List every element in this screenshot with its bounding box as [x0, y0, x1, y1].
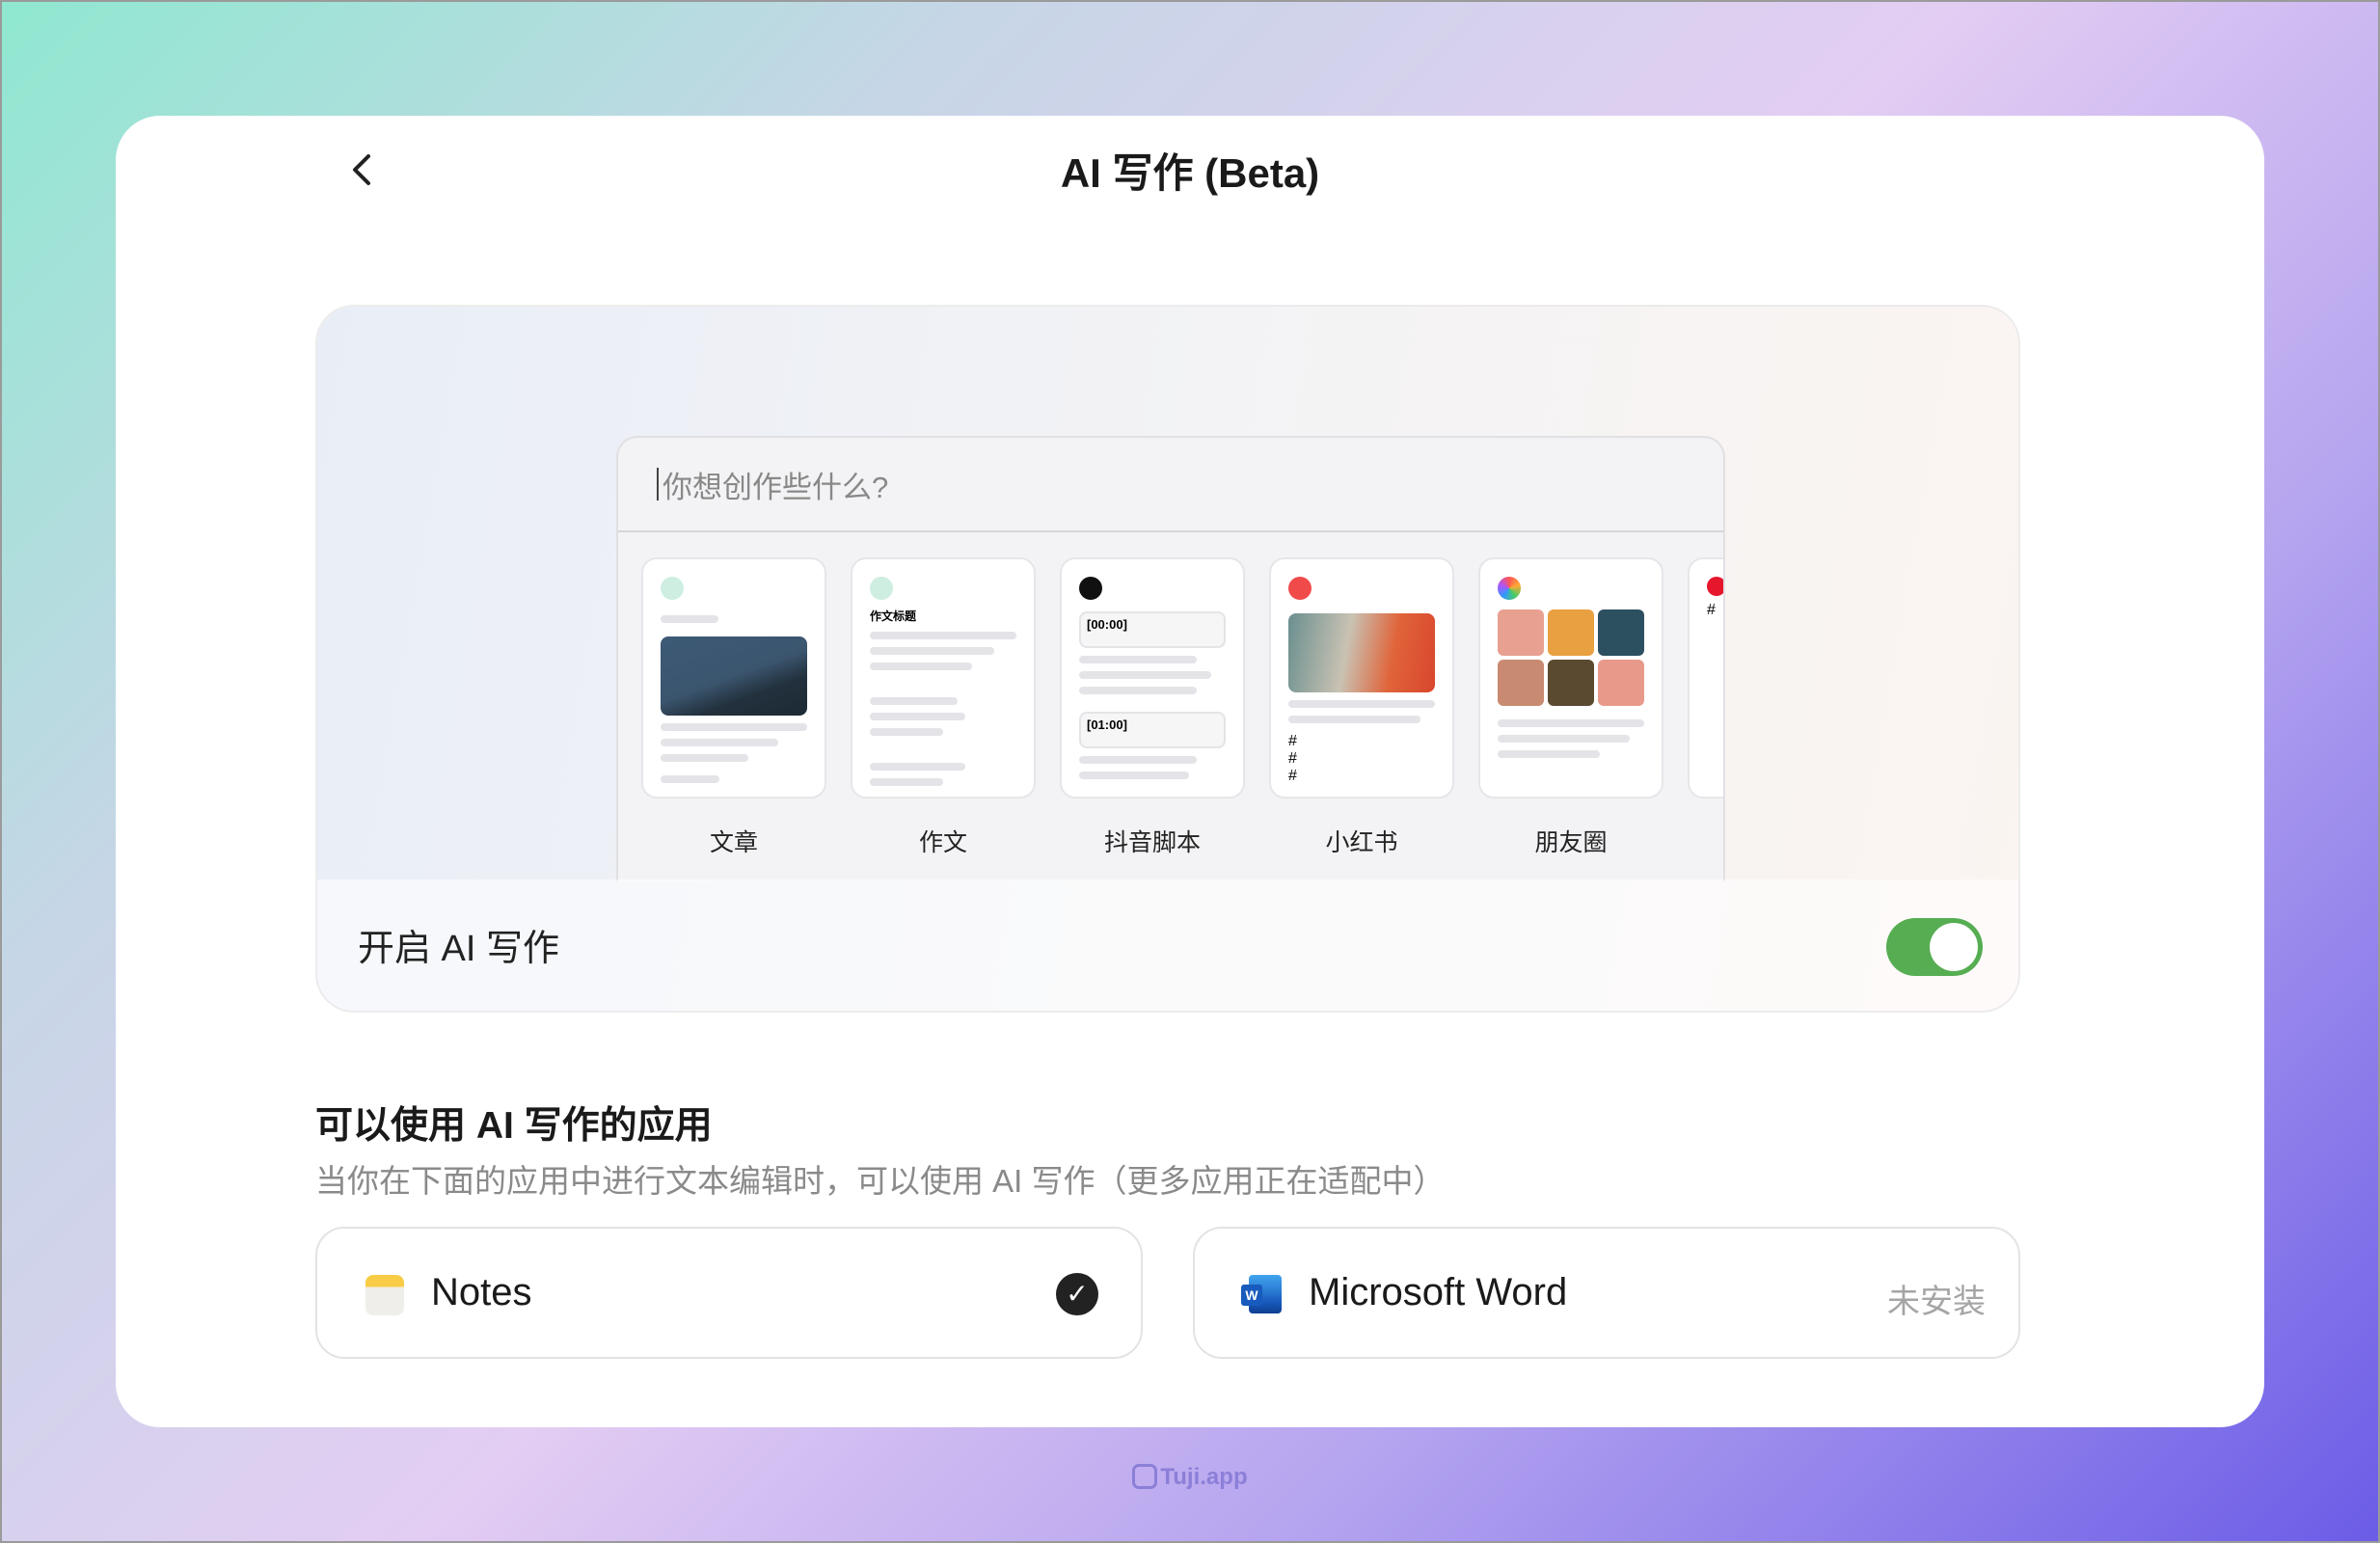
- pen-icon: [870, 577, 893, 600]
- app-card-microsoft-word[interactable]: W Microsoft Word 未安装: [1193, 1227, 2020, 1359]
- prompt-placeholder: 你想创作些什么?: [663, 470, 889, 504]
- placeholder-line: [870, 713, 965, 720]
- placeholder-line: [1498, 750, 1601, 758]
- mountain-image: [661, 636, 807, 716]
- essay-heading: 作文标题: [870, 609, 917, 623]
- placeholder-line: [661, 754, 749, 762]
- template-label: 文章: [709, 829, 758, 856]
- weibo-icon: [1707, 577, 1723, 596]
- photo-grid: [1498, 609, 1644, 706]
- timestamp-label: [00:00]: [1079, 611, 1226, 648]
- placeholder-line: [1079, 687, 1197, 694]
- tuji-logo-icon: [1132, 1464, 1158, 1489]
- app-name: Microsoft Word: [1309, 1271, 1568, 1313]
- placeholder-line: [1288, 716, 1420, 723]
- moments-icon: [1498, 577, 1521, 600]
- placeholder-line: [661, 723, 807, 731]
- placeholder-line: [1498, 735, 1630, 743]
- placeholder-line: [661, 775, 719, 783]
- hashtag: #: [1707, 602, 1716, 618]
- enable-row: 开启 AI 写作: [317, 880, 2018, 1011]
- template-card-tiktok-script: [00:00] [01:00]: [1060, 557, 1245, 799]
- enable-ai-writing-toggle[interactable]: [1886, 918, 1983, 976]
- template-card-weibo-partial: #: [1688, 557, 1723, 799]
- placeholder-line: [870, 647, 995, 655]
- placeholder-line: [870, 632, 1016, 639]
- painting-image: [1288, 613, 1435, 692]
- placeholder-line: [870, 763, 965, 771]
- section-title: 可以使用 AI 写作的应用: [315, 1105, 713, 1147]
- word-app-icon: W: [1241, 1275, 1282, 1313]
- template-label: 小红书: [1325, 829, 1398, 856]
- template-card-xiaohongshu: # # #: [1269, 557, 1454, 799]
- article-icon: [661, 577, 684, 600]
- placeholder-line: [661, 615, 718, 623]
- placeholder-line: [870, 663, 973, 670]
- preview-window: 你想创作些什么? 作文标题 [00:00] [01:00] # # # # 文章…: [616, 436, 1725, 881]
- placeholder-line: [870, 697, 959, 705]
- section-subtitle: 当你在下面的应用中进行文本编辑时，可以使用 AI 写作（更多应用正在适配中）: [315, 1163, 1446, 1199]
- tiktok-icon: [1079, 577, 1102, 600]
- template-card-article: [641, 557, 826, 799]
- notes-app-icon: [365, 1275, 404, 1315]
- template-label: 作文: [918, 829, 967, 856]
- ai-writing-preview: 你想创作些什么? 作文标题 [00:00] [01:00] # # # # 文章…: [315, 305, 2020, 1013]
- page-title: AI 写作 (Beta): [1060, 150, 1320, 196]
- placeholder-line: [1079, 656, 1197, 663]
- placeholder-line: [1079, 756, 1197, 764]
- placeholder-line: [1498, 719, 1644, 727]
- watermark: Tuji.app: [0, 1464, 2380, 1491]
- placeholder-line: [1079, 671, 1211, 679]
- install-status: 未安装: [1887, 1284, 1986, 1320]
- timestamp-label: [01:00]: [1079, 712, 1226, 748]
- toggle-knob: [1930, 923, 1978, 971]
- text-caret: [657, 468, 659, 501]
- enable-ai-writing-label: 开启 AI 写作: [358, 929, 560, 969]
- placeholder-line: [661, 739, 778, 746]
- xiaohongshu-icon: [1288, 577, 1312, 600]
- placeholder-line: [870, 728, 943, 736]
- template-label: 朋友圈: [1534, 829, 1608, 856]
- template-card-essay: 作文标题: [851, 557, 1036, 799]
- placeholder-line: [1079, 772, 1189, 779]
- template-card-moments: [1478, 557, 1663, 799]
- placeholder-line: [870, 778, 943, 786]
- hashtag-list: # # #: [1288, 733, 1297, 784]
- check-circle-icon: ✓: [1056, 1273, 1098, 1315]
- app-name: Notes: [431, 1271, 532, 1313]
- placeholder-line: [1288, 700, 1435, 708]
- placeholder-line: [661, 797, 807, 799]
- app-card-notes[interactable]: Notes ✓: [315, 1227, 1143, 1359]
- prompt-input: 你想创作些什么?: [618, 438, 1723, 532]
- template-label: 抖音脚本: [1103, 829, 1201, 856]
